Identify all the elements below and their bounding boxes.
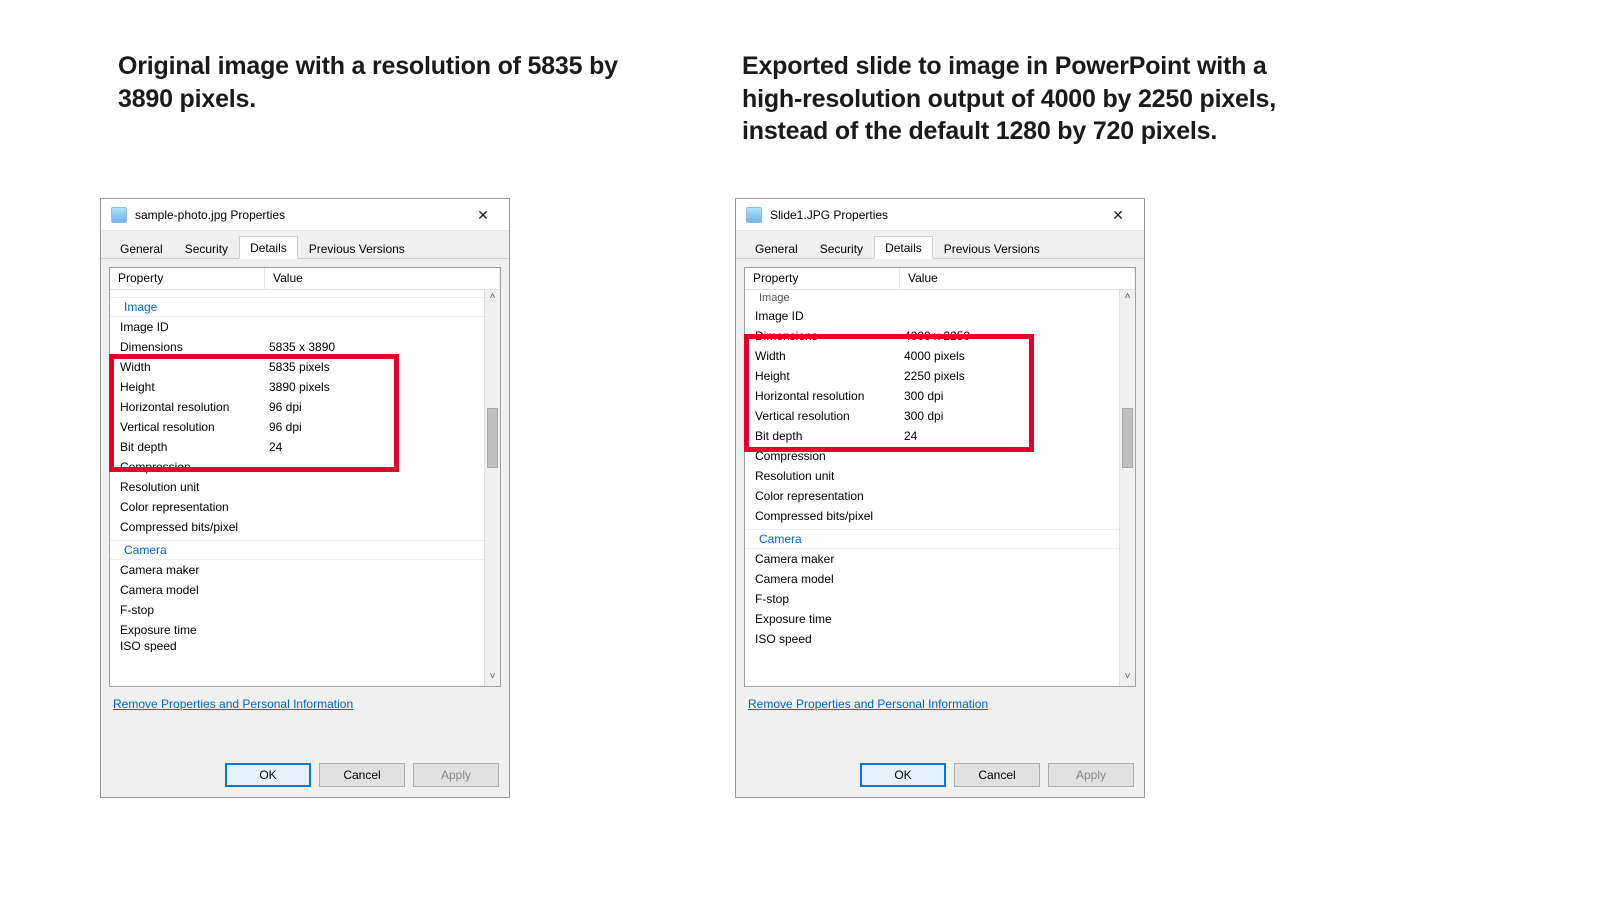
row-width[interactable]: Width4000 pixels (745, 346, 1135, 366)
row-resunit[interactable]: Resolution unit (745, 466, 1135, 486)
window-title: sample-photo.jpg Properties (135, 208, 463, 222)
column-property[interactable]: Property (745, 268, 900, 289)
properties-list[interactable]: Property Value Image Image ID Dimensions… (109, 267, 501, 687)
section-camera: Camera (745, 529, 1135, 549)
section-camera: Camera (110, 540, 500, 560)
row-exptime[interactable]: Exposure time (745, 609, 1135, 629)
dialog-buttons: OK Cancel Apply (860, 763, 1134, 787)
row-compression[interactable]: Compression (110, 457, 500, 477)
row-colorrep[interactable]: Color representation (110, 497, 500, 517)
cutoff-label-top: Image (745, 292, 1135, 306)
scroll-up-icon[interactable]: ˄ (485, 290, 500, 306)
row-cammaker[interactable]: Camera maker (110, 560, 500, 580)
scroll-track[interactable] (485, 306, 500, 670)
tab-strip: General Security Details Previous Versio… (101, 231, 509, 259)
row-cbpp[interactable]: Compressed bits/pixel (110, 517, 500, 537)
window-title: Slide1.JPG Properties (770, 208, 1098, 222)
tab-general[interactable]: General (744, 237, 809, 259)
image-file-icon (111, 207, 127, 223)
properties-dialog-left: sample-photo.jpg Properties ✕ General Se… (100, 198, 510, 798)
tab-general[interactable]: General (109, 237, 174, 259)
caption-right: Exported slide to image in PowerPoint wi… (742, 50, 1302, 148)
properties-list[interactable]: Property Value Image Image ID Dimensions… (744, 267, 1136, 687)
row-bitdepth[interactable]: Bit depth24 (745, 426, 1135, 446)
cancel-button[interactable]: Cancel (954, 763, 1040, 787)
caption-left: Original image with a resolution of 5835… (118, 50, 658, 115)
row-cammodel[interactable]: Camera model (745, 569, 1135, 589)
cancel-button[interactable]: Cancel (319, 763, 405, 787)
panel-body: Property Value Image Image ID Dimensions… (736, 259, 1144, 797)
row-iso[interactable]: ISO speed (745, 629, 1135, 649)
column-value[interactable]: Value (900, 268, 1135, 289)
ok-button[interactable]: OK (225, 763, 311, 787)
row-fstop[interactable]: F-stop (745, 589, 1135, 609)
list-header: Property Value (745, 268, 1135, 290)
remove-properties-link[interactable]: Remove Properties and Personal Informati… (744, 687, 992, 711)
scroll-thumb[interactable] (1122, 408, 1133, 468)
row-height[interactable]: Height2250 pixels (745, 366, 1135, 386)
row-cammodel[interactable]: Camera model (110, 580, 500, 600)
tab-security[interactable]: Security (174, 237, 239, 259)
tab-previous-versions[interactable]: Previous Versions (298, 237, 416, 259)
tab-security[interactable]: Security (809, 237, 874, 259)
titlebar: sample-photo.jpg Properties ✕ (101, 199, 509, 231)
close-icon[interactable]: ✕ (463, 201, 503, 229)
scroll-down-icon[interactable]: ˅ (1120, 670, 1135, 686)
row-vres[interactable]: Vertical resolution96 dpi (110, 417, 500, 437)
apply-button[interactable]: Apply (413, 763, 499, 787)
image-file-icon (746, 207, 762, 223)
row-width[interactable]: Width5835 pixels (110, 357, 500, 377)
section-image: Image (110, 297, 500, 317)
titlebar: Slide1.JPG Properties ✕ (736, 199, 1144, 231)
row-dimensions[interactable]: Dimensions4000 x 2250 (745, 326, 1135, 346)
scroll-up-icon[interactable]: ˄ (1120, 290, 1135, 306)
row-exptime[interactable]: Exposure time (110, 620, 500, 640)
close-icon[interactable]: ✕ (1098, 201, 1138, 229)
scroll-track[interactable] (1120, 306, 1135, 670)
tab-details[interactable]: Details (239, 236, 298, 259)
column-value[interactable]: Value (265, 268, 500, 289)
scrollbar-vertical[interactable]: ˄ ˅ (1119, 290, 1135, 686)
row-fstop[interactable]: F-stop (110, 600, 500, 620)
tab-previous-versions[interactable]: Previous Versions (933, 237, 1051, 259)
row-iso-cut[interactable]: ISO speed (110, 640, 500, 652)
scroll-thumb[interactable] (487, 408, 498, 468)
row-hres[interactable]: Horizontal resolution96 dpi (110, 397, 500, 417)
row-compression[interactable]: Compression (745, 446, 1135, 466)
ok-button[interactable]: OK (860, 763, 946, 787)
scroll-down-icon[interactable]: ˅ (485, 670, 500, 686)
row-image-id[interactable]: Image ID (745, 306, 1135, 326)
apply-button[interactable]: Apply (1048, 763, 1134, 787)
list-header: Property Value (110, 268, 500, 290)
row-vres[interactable]: Vertical resolution300 dpi (745, 406, 1135, 426)
row-hres[interactable]: Horizontal resolution300 dpi (745, 386, 1135, 406)
tab-strip: General Security Details Previous Versio… (736, 231, 1144, 259)
properties-dialog-right: Slide1.JPG Properties ✕ General Security… (735, 198, 1145, 798)
row-colorrep[interactable]: Color representation (745, 486, 1135, 506)
column-property[interactable]: Property (110, 268, 265, 289)
row-cbpp[interactable]: Compressed bits/pixel (745, 506, 1135, 526)
tab-details[interactable]: Details (874, 236, 933, 259)
dialog-buttons: OK Cancel Apply (225, 763, 499, 787)
remove-properties-link[interactable]: Remove Properties and Personal Informati… (109, 687, 357, 711)
row-height[interactable]: Height3890 pixels (110, 377, 500, 397)
row-dimensions[interactable]: Dimensions5835 x 3890 (110, 337, 500, 357)
row-resunit[interactable]: Resolution unit (110, 477, 500, 497)
row-bitdepth[interactable]: Bit depth24 (110, 437, 500, 457)
panel-body: Property Value Image Image ID Dimensions… (101, 259, 509, 797)
row-cammaker[interactable]: Camera maker (745, 549, 1135, 569)
row-image-id[interactable]: Image ID (110, 317, 500, 337)
scrollbar-vertical[interactable]: ˄ ˅ (484, 290, 500, 686)
